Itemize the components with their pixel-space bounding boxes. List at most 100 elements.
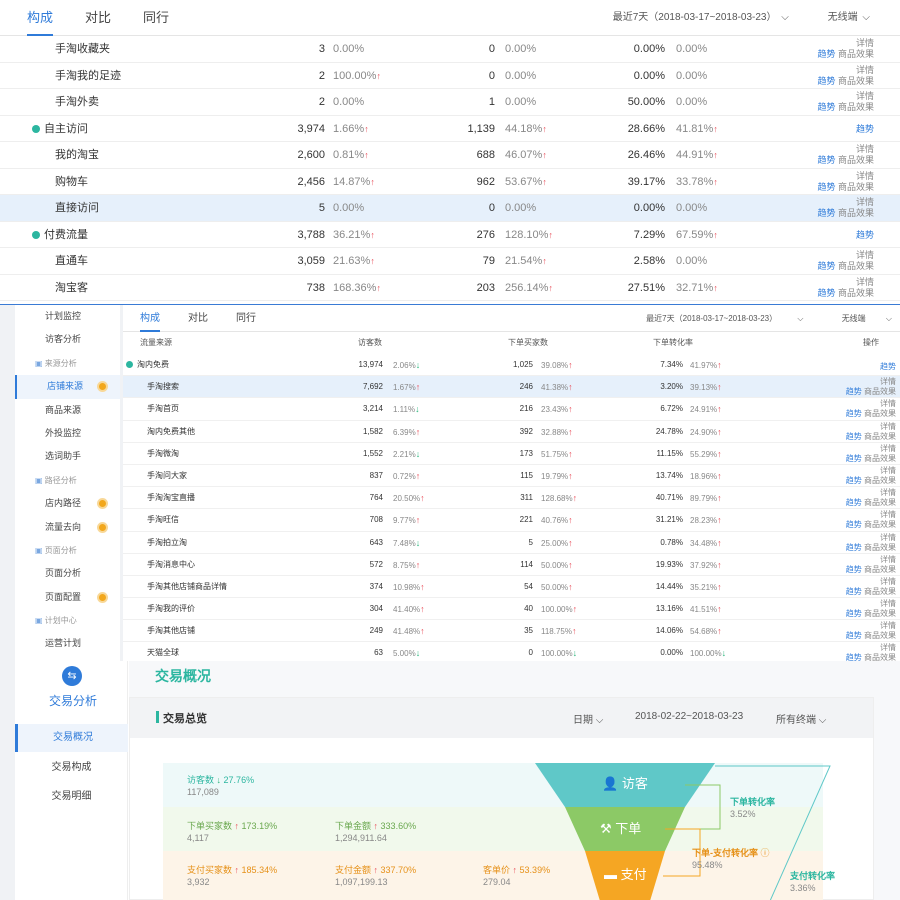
detail-link[interactable]: 详情 bbox=[817, 65, 874, 76]
tab-peers[interactable]: 同行 bbox=[143, 0, 169, 36]
product-effect-link[interactable]: 商品效果 bbox=[864, 565, 896, 574]
tab-composition[interactable]: 构成 bbox=[27, 0, 54, 36]
product-effect-link[interactable]: 商品效果 bbox=[838, 102, 874, 112]
sidebar-item[interactable]: 店铺来源 bbox=[15, 375, 120, 399]
product-effect-link[interactable]: 商品效果 bbox=[864, 653, 896, 661]
detail-link[interactable]: 详情 bbox=[846, 643, 896, 653]
sidebar-item-overview[interactable]: 交易概况 bbox=[15, 724, 128, 752]
detail-link[interactable]: 详情 bbox=[846, 510, 896, 520]
table-row[interactable]: 付费流量 3,788 36.21%↑ 276 128.10%↑ 7.29% 67.59%↑ 趋… bbox=[0, 222, 900, 248]
table-row[interactable]: 手淘我的足迹 2 100.00%↑ 0 0.00% 0.00% 0.00% 详情 趋势 商品效果 bbox=[0, 63, 900, 89]
trend-link[interactable]: 趋势 bbox=[846, 454, 862, 463]
product-effect-link[interactable]: 商品效果 bbox=[864, 454, 896, 463]
sidebar-item[interactable]: 页面配置 bbox=[15, 586, 120, 609]
detail-link[interactable]: 详情 bbox=[846, 599, 896, 609]
trend-link[interactable]: 趋势 bbox=[846, 409, 862, 418]
table-row[interactable]: 手淘其他店铺 249 41.48%↑ 35 118.75%↑ 14.06% 54.68%↑ 详… bbox=[123, 620, 900, 643]
table-row[interactable]: 直通车 3,059 21.63%↑ 79 21.54%↑ 2.58% 0.00% 详情 趋势 商… bbox=[0, 248, 900, 275]
detail-link[interactable]: 详情 bbox=[817, 171, 874, 182]
product-effect-link[interactable]: 商品效果 bbox=[864, 609, 896, 618]
table-row[interactable]: 手淘拍立淘 643 7.48%↓ 5 25.00%↑ 0.78% 34.48%↑ 详情 趋势 商… bbox=[123, 532, 900, 554]
table-row[interactable]: 手淘微淘 1,552 2.21%↓ 173 51.75%↑ 11.15% 55.29%↑ 详情… bbox=[123, 443, 900, 465]
detail-link[interactable]: 详情 bbox=[817, 277, 874, 288]
table-row[interactable]: 手淘搜索 7,692 1.67%↑ 246 41.38%↑ 3.20% 39.13%↑ 详情趋… bbox=[123, 376, 900, 399]
sidebar-item[interactable]: 计划监控 bbox=[15, 305, 120, 328]
sidebar-item[interactable]: 商品来源 bbox=[15, 399, 120, 422]
trend-link[interactable]: 趋势 bbox=[856, 230, 874, 240]
table-row[interactable]: 淘宝客 738 168.36%↑ 203 256.14%↑ 27.51% 32.71%↑ 详情… bbox=[0, 275, 900, 301]
product-effect-link[interactable]: 商品效果 bbox=[838, 288, 874, 298]
trend-link[interactable]: 趋势 bbox=[846, 587, 862, 596]
table-row[interactable]: 手淘首页 3,214 1.11%↓ 216 23.43%↑ 6.72% 24.91%↑ 详情趋… bbox=[123, 398, 900, 421]
detail-link[interactable]: 详情 bbox=[846, 488, 896, 498]
trend-link[interactable]: 趋势 bbox=[846, 609, 862, 618]
product-effect-link[interactable]: 商品效果 bbox=[864, 387, 896, 396]
detail-link[interactable]: 详情 bbox=[846, 577, 896, 587]
trend-link[interactable]: 趋势 bbox=[846, 498, 862, 507]
detail-link[interactable]: 详情 bbox=[846, 466, 896, 476]
detail-link[interactable]: 详情 bbox=[846, 533, 896, 543]
sidebar-item[interactable]: 流量去向 bbox=[15, 516, 120, 539]
detail-link[interactable]: 详情 bbox=[846, 399, 896, 409]
table-row[interactable]: 手淘我的评价 304 41.40%↑ 40 100.00%↑ 13.16% 41.51%↑ 详… bbox=[123, 598, 900, 621]
detail-link[interactable]: 详情 bbox=[846, 377, 896, 387]
trend-link[interactable]: 趋势 bbox=[846, 476, 862, 485]
product-effect-link[interactable]: 商品效果 bbox=[838, 182, 874, 192]
sidebar-item[interactable]: 访客分析 bbox=[15, 328, 120, 351]
table-row[interactable]: 淘内免费其他 1,582 6.39%↑ 392 32.88%↑ 24.78% 24.90%↑… bbox=[123, 421, 900, 443]
table-row[interactable]: 自主访问 3,974 1.66%↑ 1,139 44.18%↑ 28.66% 41.81%↑… bbox=[0, 116, 900, 142]
product-effect-link[interactable]: 商品效果 bbox=[864, 409, 896, 418]
trend-link[interactable]: 趋势 bbox=[846, 432, 862, 441]
table-row[interactable]: 手淘外卖 2 0.00% 1 0.00% 50.00% 0.00% 详情 趋势 商品效果 bbox=[0, 89, 900, 116]
product-effect-link[interactable]: 商品效果 bbox=[864, 631, 896, 640]
trend-link[interactable]: 趋势 bbox=[817, 261, 835, 271]
date-range-select[interactable]: 最近7天（2018-03-17~2018-03-23） ⌵ bbox=[595, 12, 789, 23]
detail-link[interactable]: 详情 bbox=[846, 621, 896, 631]
product-effect-link[interactable]: 商品效果 bbox=[864, 543, 896, 552]
table-row[interactable]: 手淘旺信 708 9.77%↑ 221 40.76%↑ 31.21% 28.23%↑ 详情 趋势… bbox=[123, 509, 900, 532]
table-row[interactable]: 天猫全球 63 5.00%↓ 0 100.00%↓ 0.00% 100.00%↓ 详情 趋势 商… bbox=[123, 642, 900, 661]
product-effect-link[interactable]: 商品效果 bbox=[864, 432, 896, 441]
detail-link[interactable]: 详情 bbox=[846, 555, 896, 565]
trend-link[interactable]: 趋势 bbox=[856, 124, 874, 134]
trend-link[interactable]: 趋势 bbox=[817, 49, 835, 59]
detail-link[interactable]: 详情 bbox=[817, 144, 874, 155]
product-effect-link[interactable]: 商品效果 bbox=[864, 476, 896, 485]
detail-link[interactable]: 详情 bbox=[817, 197, 874, 208]
sidebar-item[interactable]: 选词助手 bbox=[15, 445, 120, 468]
trend-link[interactable]: 趋势 bbox=[846, 387, 862, 396]
tab-compare[interactable]: 对比 bbox=[188, 305, 208, 332]
table-row[interactable]: 手淘消息中心 572 8.75%↑ 114 50.00%↑ 19.93% 37.92%↑ 详情… bbox=[123, 554, 900, 576]
table-row[interactable]: 手淘淘宝直播 764 20.50%↑ 311 128.68%↑ 40.71% 89.79%↑… bbox=[123, 487, 900, 510]
tab-peers[interactable]: 同行 bbox=[236, 305, 256, 332]
tab-composition[interactable]: 构成 bbox=[140, 305, 160, 332]
trend-link[interactable]: 趋势 bbox=[880, 362, 896, 371]
detail-link[interactable]: 详情 bbox=[846, 422, 896, 432]
trend-link[interactable]: 趋势 bbox=[817, 208, 835, 218]
table-row[interactable]: 我的淘宝 2,600 0.81%↑ 688 46.07%↑ 26.46% 44.91%↑ 详情… bbox=[0, 142, 900, 169]
trend-link[interactable]: 趋势 bbox=[846, 631, 862, 640]
product-effect-link[interactable]: 商品效果 bbox=[838, 208, 874, 218]
trend-link[interactable]: 趋势 bbox=[817, 102, 835, 112]
trend-link[interactable]: 趋势 bbox=[817, 155, 835, 165]
trend-link[interactable]: 趋势 bbox=[846, 520, 862, 529]
sidebar-item[interactable]: 页面分析 bbox=[15, 562, 120, 585]
sidebar-item-composition[interactable]: 交易构成 bbox=[15, 754, 128, 782]
table-row[interactable]: 手淘问大家 837 0.72%↑ 115 19.79%↑ 13.74% 18.96%↑ 详情趋… bbox=[123, 465, 900, 488]
trend-link[interactable]: 趋势 bbox=[817, 76, 835, 86]
table-row[interactable]: 直接访问 5 0.00% 0 0.00% 0.00% 0.00% 详情 趋势 商品效果 bbox=[0, 195, 900, 222]
trend-link[interactable]: 趋势 bbox=[846, 543, 862, 552]
trend-link[interactable]: 趋势 bbox=[817, 182, 835, 192]
table-row[interactable]: 淘内免费 13,974 2.06%↓ 1,025 39.08%↑ 7.34% 41.97%↑… bbox=[123, 354, 900, 377]
sidebar-item[interactable]: 店内路径 bbox=[15, 492, 120, 515]
trend-link[interactable]: 趋势 bbox=[846, 565, 862, 574]
table-row[interactable]: 手淘收藏夹 3 0.00% 0 0.00% 0.00% 0.00% 详情 趋势 商品效果 bbox=[0, 36, 900, 63]
help-icon[interactable]: ⓘ bbox=[761, 848, 770, 858]
table-row[interactable]: 购物车 2,456 14.87%↑ 962 53.67%↑ 39.17% 33.78%↑ 详情… bbox=[0, 169, 900, 195]
product-effect-link[interactable]: 商品效果 bbox=[838, 49, 874, 59]
sidebar-item-details[interactable]: 交易明细 bbox=[15, 783, 128, 811]
trend-link[interactable]: 趋势 bbox=[846, 653, 862, 661]
detail-link[interactable]: 详情 bbox=[817, 250, 874, 261]
detail-link[interactable]: 详情 bbox=[817, 38, 874, 49]
trend-link[interactable]: 趋势 bbox=[817, 288, 835, 298]
